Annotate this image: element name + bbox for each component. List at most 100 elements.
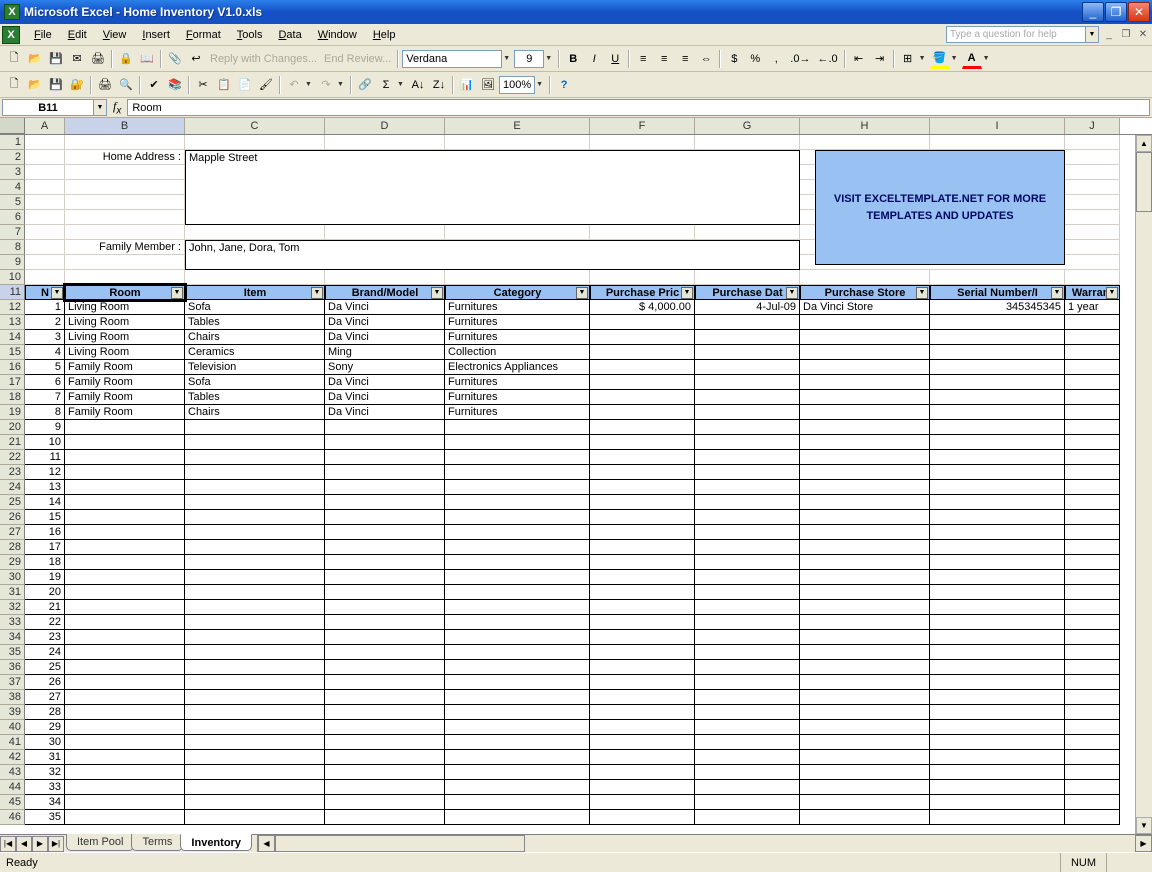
table-cell[interactable] [695, 345, 800, 360]
table-cell[interactable] [800, 330, 930, 345]
cell[interactable] [1065, 135, 1120, 150]
table-cell[interactable]: Sofa [185, 375, 325, 390]
table-cell[interactable] [930, 390, 1065, 405]
table-cell[interactable]: Furnitures [445, 405, 590, 420]
table-cell[interactable] [185, 660, 325, 675]
permission-icon[interactable]: 🔒 [116, 49, 136, 69]
table-cell[interactable] [445, 810, 590, 825]
font-dropdown-icon[interactable]: ▼ [503, 55, 513, 62]
row-head[interactable]: 4 [0, 180, 25, 195]
table-cell[interactable] [185, 735, 325, 750]
table-cell[interactable] [930, 765, 1065, 780]
table-cell[interactable] [800, 570, 930, 585]
table-cell[interactable] [445, 435, 590, 450]
table-cell[interactable] [590, 450, 695, 465]
cell[interactable] [325, 270, 445, 285]
table-cell[interactable] [445, 765, 590, 780]
table-cell[interactable] [590, 645, 695, 660]
table-cell[interactable]: 6 [25, 375, 65, 390]
table-cell[interactable] [590, 705, 695, 720]
align-right-icon[interactable]: ≡ [675, 49, 695, 69]
row-head[interactable]: 21 [0, 435, 25, 450]
increase-decimal-icon[interactable]: .0→ [787, 49, 813, 69]
table-cell[interactable]: Family Room [65, 390, 185, 405]
table-cell[interactable] [590, 720, 695, 735]
cell[interactable] [445, 225, 590, 240]
doc-restore-button[interactable]: ❐ [1119, 28, 1133, 41]
row-head[interactable]: 30 [0, 570, 25, 585]
table-cell[interactable] [185, 615, 325, 630]
menu-help[interactable]: Help [365, 26, 404, 44]
row-head[interactable]: 39 [0, 705, 25, 720]
doc-close-button[interactable]: ✕ [1136, 28, 1150, 41]
scroll-left-icon[interactable]: ◀ [258, 835, 275, 852]
table-cell[interactable]: Family Room [65, 360, 185, 375]
table-cell[interactable] [590, 600, 695, 615]
row-head[interactable]: 25 [0, 495, 25, 510]
col-head-A[interactable]: A [25, 118, 65, 134]
table-cell[interactable]: 3 [25, 330, 65, 345]
table-cell[interactable] [1065, 795, 1120, 810]
table-cell[interactable]: 8 [25, 405, 65, 420]
autosum-icon[interactable]: Σ [376, 75, 396, 95]
table-cell[interactable] [590, 615, 695, 630]
row-head[interactable]: 12 [0, 300, 25, 315]
table-cell[interactable] [590, 435, 695, 450]
filter-dropdown-icon[interactable]: ▼ [311, 287, 323, 299]
home-address-value[interactable]: Mapple Street [185, 150, 800, 165]
table-cell[interactable] [65, 510, 185, 525]
row-head[interactable]: 45 [0, 795, 25, 810]
table-cell[interactable]: 25 [25, 660, 65, 675]
table-cell[interactable] [930, 360, 1065, 375]
table-cell[interactable]: Furnitures [445, 300, 590, 315]
fill-color-icon[interactable]: 🪣 [930, 49, 950, 69]
row-head[interactable]: 32 [0, 600, 25, 615]
table-cell[interactable] [185, 510, 325, 525]
cell[interactable] [25, 210, 65, 225]
table-cell[interactable] [800, 495, 930, 510]
row-head[interactable]: 24 [0, 480, 25, 495]
row-head[interactable]: 35 [0, 645, 25, 660]
cell[interactable] [325, 135, 445, 150]
filter-dropdown-icon[interactable]: ▼ [431, 287, 443, 299]
filter-dropdown-icon[interactable]: ▼ [51, 287, 63, 299]
table-cell[interactable] [930, 720, 1065, 735]
filter-dropdown-icon[interactable]: ▼ [576, 287, 588, 299]
table-cell[interactable] [185, 585, 325, 600]
drawing-icon[interactable]: 🖼 [478, 75, 498, 95]
row-head[interactable]: 29 [0, 555, 25, 570]
table-cell[interactable] [930, 570, 1065, 585]
table-cell[interactable]: Sofa [185, 300, 325, 315]
currency-icon[interactable]: $ [724, 49, 744, 69]
table-cell[interactable]: Living Room [65, 330, 185, 345]
table-cell[interactable]: 15 [25, 510, 65, 525]
table-cell[interactable] [930, 315, 1065, 330]
table-cell[interactable]: 18 [25, 555, 65, 570]
font-size-selector[interactable]: 9 [514, 50, 544, 68]
table-cell[interactable] [445, 690, 590, 705]
col-head-C[interactable]: C [185, 118, 325, 134]
table-cell[interactable] [445, 510, 590, 525]
table-cell[interactable] [590, 480, 695, 495]
cell[interactable] [445, 270, 590, 285]
table-header-category[interactable]: Category▼ [445, 285, 590, 300]
help-search-box[interactable]: Type a question for help [946, 26, 1086, 43]
cell[interactable] [800, 135, 930, 150]
table-cell[interactable] [1065, 345, 1120, 360]
template-banner[interactable]: VISIT EXCELTEMPLATE.NET FOR MORETEMPLATE… [815, 150, 1065, 265]
cell[interactable] [25, 135, 65, 150]
cell[interactable] [445, 135, 590, 150]
table-cell[interactable] [445, 615, 590, 630]
table-cell[interactable] [325, 435, 445, 450]
table-cell[interactable] [445, 645, 590, 660]
sheet-tab-item-pool[interactable]: Item Pool [66, 834, 134, 851]
help-dropdown-icon[interactable]: ▼ [1086, 26, 1099, 43]
table-cell[interactable]: 7 [25, 390, 65, 405]
table-cell[interactable] [590, 690, 695, 705]
table-cell[interactable]: 11 [25, 450, 65, 465]
table-cell[interactable]: Da Vinci [325, 405, 445, 420]
table-cell[interactable] [185, 765, 325, 780]
open2-icon[interactable]: 📂 [25, 75, 45, 95]
cell[interactable] [930, 135, 1065, 150]
table-cell[interactable] [800, 705, 930, 720]
